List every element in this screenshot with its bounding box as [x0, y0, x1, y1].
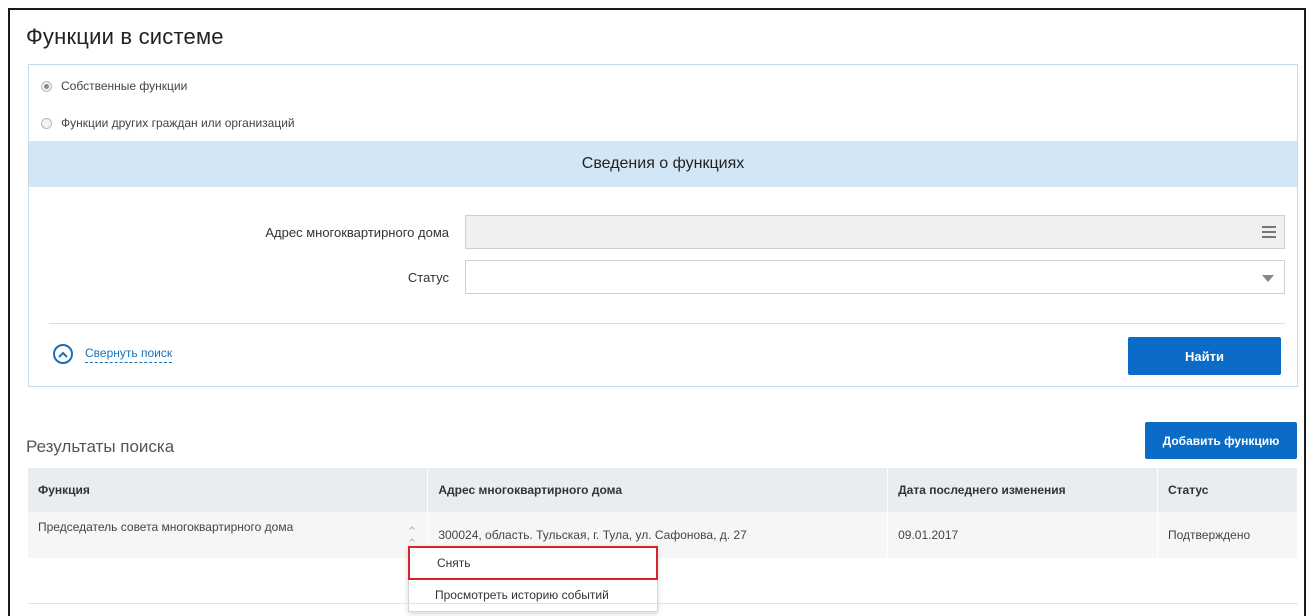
hamburger-icon[interactable] [1262, 226, 1276, 238]
table-header-row: Функция Адрес многоквартирного дома Дата… [28, 468, 1298, 512]
bottom-divider [28, 603, 1298, 604]
radio-label-own: Собственные функции [61, 79, 188, 93]
radio-own-functions[interactable]: Собственные функции [41, 79, 187, 93]
column-header-address[interactable]: Адрес многоквартирного дома [427, 468, 889, 512]
collapse-search-text[interactable]: Свернуть поиск [85, 346, 173, 363]
address-label: Адрес многоквартирного дома [265, 225, 449, 240]
find-button[interactable]: Найти [1128, 337, 1281, 375]
search-panel: Собственные функции Функции других гражд… [28, 64, 1298, 387]
function-text: Председатель совета многоквартирного дом… [38, 520, 294, 534]
menu-item-view-history[interactable]: Просмотреть историю событий [409, 579, 657, 611]
radio-button-unchecked[interactable] [41, 117, 52, 129]
menu-item-remove[interactable]: Снять [408, 546, 658, 580]
column-header-date[interactable]: Дата последнего изменения [887, 468, 1159, 512]
add-function-button[interactable]: Добавить функцию [1145, 422, 1297, 459]
cell-function: Председатель совета многоквартирного дом… [28, 512, 429, 558]
column-header-function[interactable]: Функция [28, 468, 429, 512]
radio-label-other: Функции других граждан или организаций [61, 116, 295, 130]
radio-button-checked[interactable] [41, 80, 52, 92]
cell-status: Подтверждено [1157, 512, 1298, 558]
radio-other-functions[interactable]: Функции других граждан или организаций [41, 116, 295, 130]
section-header: Сведения о функциях [29, 141, 1297, 187]
column-header-status[interactable]: Статус [1157, 468, 1298, 512]
chevron-down-icon[interactable] [1262, 275, 1274, 282]
results-table: Функция Адрес многоквартирного дома Дата… [28, 468, 1298, 558]
results-title: Результаты поиска [26, 437, 175, 456]
status-select[interactable] [465, 260, 1285, 294]
status-label: Статус [407, 270, 449, 285]
divider [49, 323, 1285, 324]
table-row[interactable]: Председатель совета многоквартирного дом… [28, 512, 1298, 558]
chevron-up-circle-icon[interactable] [53, 344, 73, 364]
address-input[interactable] [465, 215, 1285, 249]
collapse-search-link[interactable]: Свернуть поиск [53, 344, 173, 364]
page-title: Функции в системе [26, 24, 224, 49]
cell-date: 09.01.2017 [887, 512, 1159, 558]
